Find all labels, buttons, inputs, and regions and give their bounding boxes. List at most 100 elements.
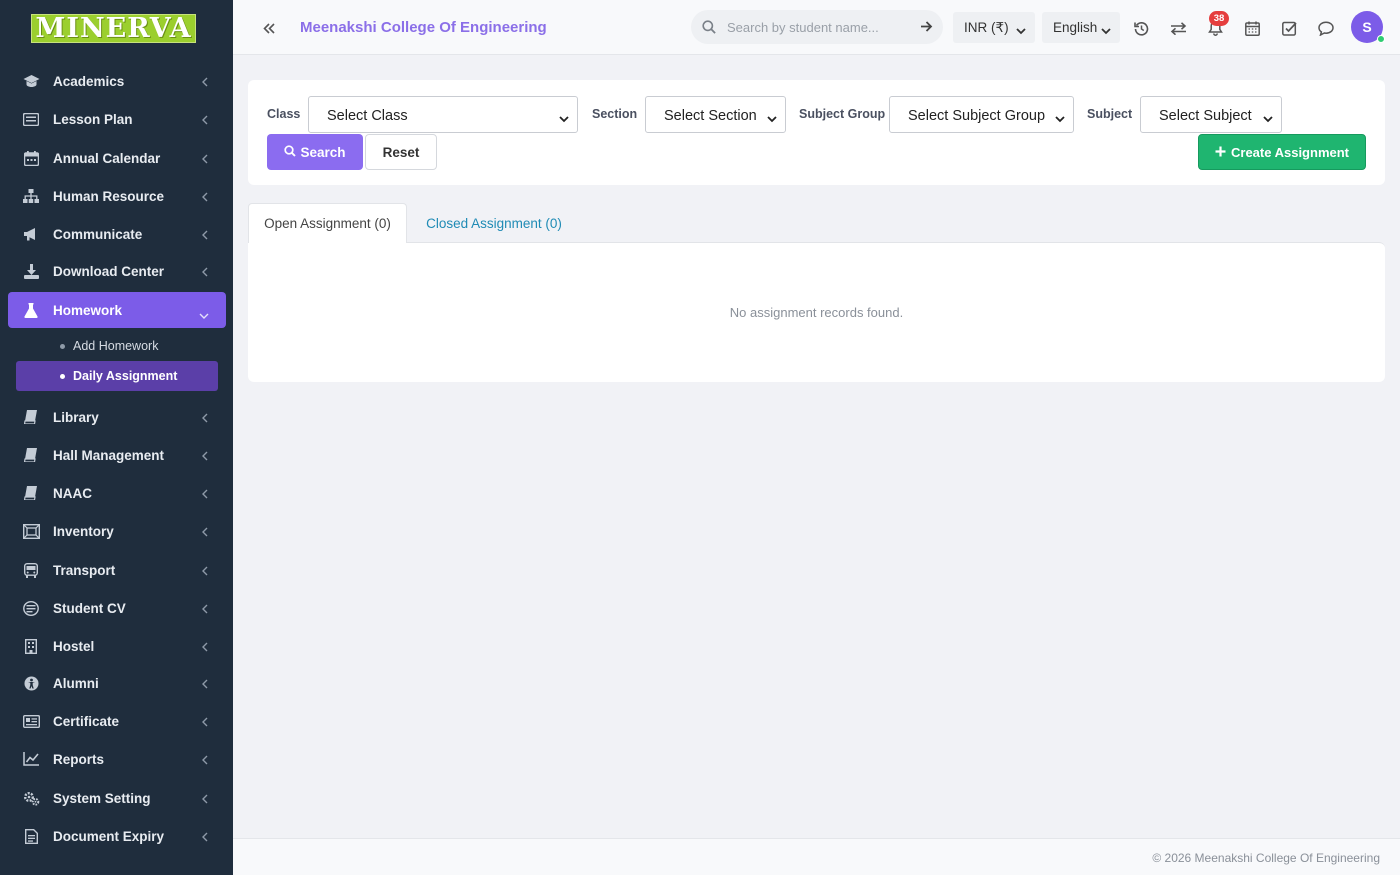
sidebar-item-hall-management[interactable]: Hall Management bbox=[8, 437, 226, 473]
document-icon bbox=[22, 827, 40, 845]
sidebar-item-label: Inventory bbox=[53, 523, 114, 539]
chevron-left-icon bbox=[202, 792, 208, 807]
sidebar-item-human-resource[interactable]: Human Resource bbox=[8, 178, 226, 214]
sidebar-item-library[interactable]: Library bbox=[8, 399, 226, 435]
chevron-left-icon bbox=[202, 411, 208, 426]
bullet-icon bbox=[60, 344, 65, 349]
reset-button[interactable]: Reset bbox=[365, 134, 437, 170]
calendar-icon[interactable] bbox=[1242, 18, 1262, 38]
bullet-icon bbox=[60, 374, 65, 379]
search-button[interactable]: Search bbox=[267, 134, 363, 170]
calendar-icon bbox=[22, 149, 40, 167]
chevron-left-icon bbox=[202, 715, 208, 730]
tab-closed-assignment[interactable]: Closed Assignment (0) bbox=[408, 203, 580, 243]
task-check-icon[interactable] bbox=[1279, 18, 1299, 38]
search-button-label: Search bbox=[300, 144, 346, 160]
search-icon bbox=[284, 144, 297, 160]
create-assignment-label: Create Assignment bbox=[1231, 144, 1349, 160]
sidebar-item-label: Homework bbox=[53, 302, 123, 318]
certificate-icon bbox=[22, 712, 40, 730]
sidebar-item-label: Hostel bbox=[53, 638, 95, 654]
sidebar-item-label: Transport bbox=[53, 562, 116, 578]
currency-select[interactable]: INR (₹) bbox=[953, 12, 1035, 43]
collapse-sidebar-icon[interactable] bbox=[259, 18, 279, 38]
sidebar: MINERVA Academics Lesson Plan Annual Cal… bbox=[0, 0, 233, 875]
college-name[interactable]: Meenakshi College Of Engineering bbox=[300, 19, 547, 36]
sidebar-subitem-add-homework[interactable]: Add Homework bbox=[16, 331, 218, 361]
sidebar-item-communicate[interactable]: Communicate bbox=[8, 216, 226, 252]
chat-icon[interactable] bbox=[1316, 18, 1336, 38]
empty-state-message: No assignment records found. bbox=[729, 305, 904, 320]
history-icon[interactable] bbox=[1131, 18, 1151, 38]
switch-icon[interactable] bbox=[1168, 18, 1188, 38]
currency-value: INR (₹) bbox=[964, 19, 1009, 35]
plus-icon bbox=[1215, 145, 1226, 160]
sidebar-item-academics[interactable]: Academics bbox=[8, 63, 226, 99]
building-icon bbox=[22, 637, 40, 655]
sidebar-item-label: Alumni bbox=[53, 675, 99, 691]
sidebar-item-homework[interactable]: Homework bbox=[8, 292, 226, 328]
online-status-dot bbox=[1377, 35, 1385, 43]
chevron-left-icon bbox=[202, 113, 208, 128]
subject-select[interactable]: Select Subject bbox=[1140, 96, 1282, 133]
lesson-plan-icon bbox=[22, 110, 40, 128]
chevron-down-icon bbox=[1055, 111, 1065, 127]
chevron-left-icon bbox=[202, 753, 208, 768]
subject-group-select[interactable]: Select Subject Group bbox=[889, 96, 1074, 133]
language-select[interactable]: English bbox=[1042, 12, 1120, 43]
sidebar-item-naac[interactable]: NAAC bbox=[8, 475, 226, 511]
bus-icon bbox=[22, 561, 40, 579]
chevron-left-icon bbox=[202, 449, 208, 464]
subject-group-label: Subject Group bbox=[799, 107, 886, 121]
section-select-value: Select Section bbox=[664, 108, 757, 124]
sidebar-item-label: Reports bbox=[53, 751, 105, 767]
class-label: Class bbox=[267, 107, 301, 121]
sidebar-subitem-label: Daily Assignment bbox=[73, 369, 178, 383]
filter-card: Class Select Class Section Select Sectio… bbox=[248, 80, 1385, 185]
sidebar-item-label: Student CV bbox=[53, 600, 126, 616]
sidebar-item-label: Annual Calendar bbox=[53, 150, 161, 166]
section-select[interactable]: Select Section bbox=[645, 96, 786, 133]
graduation-cap-icon bbox=[22, 72, 40, 90]
chevron-down-icon bbox=[1263, 111, 1273, 127]
chevron-left-icon bbox=[202, 830, 208, 845]
sidebar-item-inventory[interactable]: Inventory bbox=[8, 513, 226, 549]
search-input[interactable] bbox=[727, 17, 907, 37]
chevron-left-icon bbox=[202, 228, 208, 243]
book-icon bbox=[22, 408, 40, 426]
logo[interactable]: MINERVA bbox=[31, 14, 196, 43]
sidebar-item-alumni[interactable]: Alumni bbox=[8, 665, 226, 701]
tab-open-assignment[interactable]: Open Assignment (0) bbox=[248, 203, 407, 243]
sidebar-item-label: Certificate bbox=[53, 713, 120, 729]
sidebar-subitem-daily-assignment[interactable]: Daily Assignment bbox=[16, 361, 218, 391]
chevron-left-icon bbox=[202, 640, 208, 655]
sidebar-item-certificate[interactable]: Certificate bbox=[8, 703, 226, 739]
assignment-results-panel: No assignment records found. bbox=[248, 242, 1385, 382]
alumni-icon bbox=[22, 674, 40, 692]
chevron-down-icon bbox=[1101, 23, 1111, 38]
sidebar-item-transport[interactable]: Transport bbox=[8, 552, 226, 588]
sidebar-item-label: Document Expiry bbox=[53, 828, 165, 844]
sidebar-item-system-setting[interactable]: System Setting bbox=[8, 780, 226, 816]
flask-icon bbox=[22, 301, 40, 319]
sidebar-item-lesson-plan[interactable]: Lesson Plan bbox=[8, 101, 226, 137]
chevron-down-icon bbox=[767, 111, 777, 127]
sidebar-item-label: Academics bbox=[53, 73, 125, 89]
footer: © 2026 Meenakshi College Of Engineering bbox=[233, 838, 1400, 875]
class-select[interactable]: Select Class bbox=[308, 96, 578, 133]
arrow-right-icon[interactable] bbox=[920, 20, 933, 38]
sidebar-item-document-expiry[interactable]: Document Expiry bbox=[8, 818, 226, 854]
sidebar-item-annual-calendar[interactable]: Annual Calendar bbox=[8, 140, 226, 176]
chevron-left-icon bbox=[202, 602, 208, 617]
chevron-down-icon bbox=[1016, 23, 1026, 38]
subject-group-select-value: Select Subject Group bbox=[908, 108, 1046, 124]
sidebar-item-download-center[interactable]: Download Center bbox=[8, 253, 226, 289]
sidebar-item-reports[interactable]: Reports bbox=[8, 741, 226, 777]
sidebar-item-hostel[interactable]: Hostel bbox=[8, 628, 226, 664]
chevron-left-icon bbox=[202, 75, 208, 90]
sidebar-item-label: Library bbox=[53, 409, 99, 425]
subject-select-value: Select Subject bbox=[1159, 108, 1252, 124]
sidebar-item-student-cv[interactable]: Student CV bbox=[8, 590, 226, 626]
download-icon bbox=[22, 262, 40, 280]
create-assignment-button[interactable]: Create Assignment bbox=[1198, 134, 1366, 170]
